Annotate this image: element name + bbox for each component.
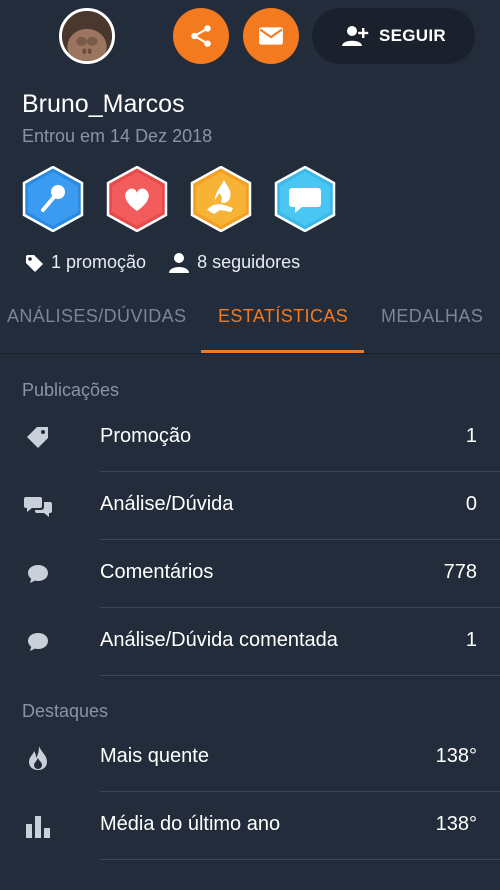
stat-value: 138° bbox=[435, 745, 477, 767]
stat-value: 1 bbox=[465, 629, 477, 651]
message-button[interactable] bbox=[243, 8, 299, 64]
stat-label: Média do último ano bbox=[100, 813, 281, 835]
followers-count-label: 8 seguidores bbox=[197, 252, 301, 272]
stat-value: 1 bbox=[465, 425, 477, 447]
comment-icon bbox=[24, 628, 52, 656]
tag-icon bbox=[26, 254, 43, 272]
user-icon bbox=[169, 252, 190, 273]
tab-statistics[interactable]: ESTATÍSTICAS bbox=[218, 306, 348, 327]
stat-row-analysis[interactable]: Análise/Dúvida 0 bbox=[0, 472, 500, 540]
username: Bruno_Marcos bbox=[22, 90, 185, 118]
stat-label: Mais quente bbox=[100, 745, 209, 767]
promotions-count[interactable]: 1 promoção bbox=[24, 252, 146, 273]
tab-analyses[interactable]: ANÁLISES/DÚVIDAS bbox=[7, 306, 186, 327]
flame-hand-icon bbox=[190, 166, 252, 232]
stat-row-hottest[interactable]: Mais quente 138° bbox=[0, 724, 500, 792]
row-divider bbox=[100, 675, 500, 676]
heart-icon bbox=[106, 166, 168, 232]
chat-bubbles-icon bbox=[24, 492, 52, 520]
flame-hand-badge[interactable] bbox=[190, 166, 252, 232]
avatar[interactable] bbox=[59, 8, 115, 64]
add-user-icon bbox=[342, 26, 369, 46]
stat-value: 778 bbox=[443, 561, 477, 583]
chat-bubble-icon bbox=[274, 166, 336, 232]
stat-row-promotion[interactable]: Promoção 1 bbox=[0, 404, 500, 472]
profile-counts: 1 promoção 8 seguidores bbox=[24, 252, 322, 273]
avatar-image bbox=[62, 11, 112, 61]
stat-label: Análise/Dúvida bbox=[100, 493, 234, 515]
stat-row-yearly-average[interactable]: Média do último ano 138° bbox=[0, 792, 500, 860]
promotions-count-label: 1 promoção bbox=[51, 252, 147, 272]
stat-row-commented-analysis[interactable]: Análise/Dúvida comentada 1 bbox=[0, 608, 500, 676]
follow-button[interactable]: SEGUIR bbox=[312, 8, 475, 64]
stat-label: Promoção bbox=[100, 425, 192, 447]
stat-label: Análise/Dúvida comentada bbox=[100, 629, 338, 651]
heart-badge[interactable] bbox=[106, 166, 168, 232]
follow-button-label: SEGUIR bbox=[379, 26, 446, 45]
stat-row-comments[interactable]: Comentários 778 bbox=[0, 540, 500, 608]
chat-badge[interactable] bbox=[274, 166, 336, 232]
stat-value: 0 bbox=[465, 493, 477, 515]
bar-chart-icon bbox=[24, 812, 52, 840]
profile-page: SEGUIR Bruno_Marcos Entrou em 14 Dez 201… bbox=[0, 0, 500, 890]
tag-icon bbox=[24, 424, 52, 452]
mail-icon bbox=[259, 27, 283, 45]
highlights-section-title: Destaques bbox=[22, 701, 109, 721]
followers-count[interactable]: 8 seguidores bbox=[168, 252, 300, 273]
flame-icon bbox=[24, 744, 52, 772]
microphone-icon bbox=[22, 166, 84, 232]
microphone-badge[interactable] bbox=[22, 166, 84, 232]
stat-value: 138° bbox=[435, 813, 477, 835]
comment-icon bbox=[24, 560, 52, 588]
joined-date: Entrou em 14 Dez 2018 bbox=[22, 126, 213, 146]
tab-medals[interactable]: MEDALHAS bbox=[381, 306, 483, 327]
row-divider bbox=[100, 859, 500, 860]
profile-tabs: ANÁLISES/DÚVIDAS ESTATÍSTICAS MEDALHAS bbox=[0, 292, 500, 354]
publications-section-title: Publicações bbox=[22, 380, 120, 400]
badges-row bbox=[22, 166, 336, 232]
share-button[interactable] bbox=[173, 8, 229, 64]
active-tab-indicator bbox=[201, 350, 364, 353]
share-icon bbox=[191, 25, 211, 47]
stat-label: Comentários bbox=[100, 561, 214, 583]
